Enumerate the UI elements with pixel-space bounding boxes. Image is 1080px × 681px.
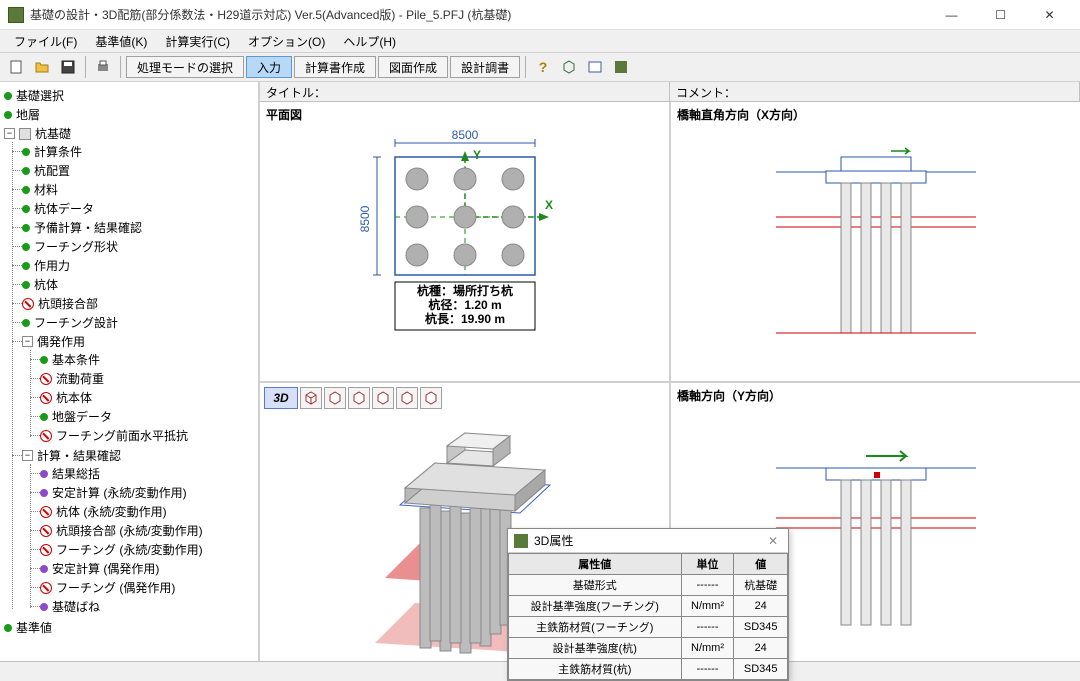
tree-calc-cond[interactable]: 計算条件	[22, 143, 254, 160]
tree-pile-perm[interactable]: 杭体 (永続/変動作用)	[40, 503, 254, 520]
help-button[interactable]: ?	[531, 55, 555, 79]
minimize-button[interactable]: ―	[929, 1, 974, 29]
menu-help[interactable]: ヘルプ(H)	[335, 31, 404, 52]
mode-drawing-button[interactable]: 図面作成	[378, 56, 448, 78]
menu-calc[interactable]: 計算実行(C)	[157, 31, 238, 52]
tree-stratum[interactable]: 地層	[4, 106, 254, 123]
open-file-button[interactable]	[30, 55, 54, 79]
tree-footing-perm[interactable]: フーチング (永続/変動作用)	[40, 541, 254, 558]
cube-bottom-button[interactable]	[420, 387, 442, 409]
navigation-tree: 基礎選択 地層 −杭基礎 計算条件 杭配置 材料 杭体データ 予備計算・結果確認…	[0, 82, 260, 661]
content-header: タイトル： コメント：	[260, 82, 1080, 102]
tree-force[interactable]: 作用力	[22, 257, 254, 274]
tree-flow-load[interactable]: 流動荷重	[40, 370, 254, 387]
tree-pile-arrange[interactable]: 杭配置	[22, 162, 254, 179]
svg-text:杭径：1.20 m: 杭径：1.20 m	[428, 297, 501, 312]
comment-label: コメント：	[670, 82, 1080, 101]
cube-top-button[interactable]	[396, 387, 418, 409]
x-direction-title: 橋軸直角方向（X方向）	[671, 102, 1080, 127]
tree-pile-head-perm[interactable]: 杭頭接合部 (永続/変動作用)	[40, 522, 254, 539]
3d-view-button[interactable]: 3D	[264, 387, 298, 409]
window-tool-button[interactable]	[583, 55, 607, 79]
svg-text:X: X	[545, 198, 553, 212]
cube-back-button[interactable]	[324, 387, 346, 409]
app-icon	[8, 7, 24, 23]
menu-standard[interactable]: 基準値(K)	[87, 31, 155, 52]
mode-select-label: 処理モードの選択	[126, 56, 244, 78]
property-table: 属性値単位値 基礎形式------杭基礎 設計基準強度(フーチング)N/mm²2…	[508, 553, 788, 680]
menu-file[interactable]: ファイル(F)	[6, 31, 85, 52]
svg-text:杭長：19.90 m: 杭長：19.90 m	[424, 311, 504, 326]
cube-right-button[interactable]	[372, 387, 394, 409]
y-direction-title: 橋軸方向（Y方向）	[671, 383, 1080, 408]
dialog-title-text: 3D属性	[534, 532, 573, 549]
cube-front-button[interactable]	[300, 387, 322, 409]
tree-foundation-select[interactable]: 基礎選択	[4, 87, 254, 104]
dialog-icon	[514, 534, 528, 548]
mode-designbook-button[interactable]: 設計調書	[450, 56, 520, 78]
tree-stability-inc[interactable]: 安定計算 (偶発作用)	[40, 560, 254, 577]
mode-input-button[interactable]: 入力	[246, 56, 292, 78]
tree-pile-head[interactable]: 杭頭接合部	[22, 295, 254, 312]
menubar: ファイル(F) 基準値(K) 計算実行(C) オプション(O) ヘルプ(H)	[0, 30, 1080, 52]
tree-stability-perm[interactable]: 安定計算 (永続/変動作用)	[40, 484, 254, 501]
tree-front-resist[interactable]: フーチング前面水平抵抗	[40, 427, 254, 444]
tree-summary[interactable]: 結果総括	[40, 465, 254, 482]
tree-incidental[interactable]: −偶発作用	[22, 333, 254, 350]
titlebar: 基礎の設計・3D配筋(部分係数法・H29道示対応) Ver.5(Advanced…	[0, 0, 1080, 30]
tree-pile-main[interactable]: 杭本体	[40, 389, 254, 406]
tree-precalc[interactable]: 予備計算・結果確認	[22, 219, 254, 236]
svg-text:8500: 8500	[451, 128, 478, 142]
tree-calc-result[interactable]: −計算・結果確認	[22, 447, 254, 464]
tree-ground-data[interactable]: 地盤データ	[40, 408, 254, 425]
tree-footing-shape[interactable]: フーチング形状	[22, 238, 254, 255]
tree-pile-body[interactable]: 杭体	[22, 276, 254, 293]
print-button[interactable]	[91, 55, 115, 79]
x-direction-panel: 橋軸直角方向（X方向）	[671, 102, 1080, 381]
plan-diagram: 8500 8500 Y X	[335, 127, 595, 337]
cube-tool-button[interactable]	[557, 55, 581, 79]
window-title: 基礎の設計・3D配筋(部分係数法・H29道示対応) Ver.5(Advanced…	[30, 6, 929, 23]
title-label: タイトル：	[260, 82, 670, 101]
plan-title: 平面図	[260, 102, 669, 127]
settings-tool-button[interactable]	[609, 55, 633, 79]
tree-basic-cond[interactable]: 基本条件	[40, 351, 254, 368]
dialog-close-button[interactable]: ✕	[764, 534, 782, 548]
mode-calcdoc-button[interactable]: 計算書作成	[294, 56, 376, 78]
tree-pile-foundation[interactable]: −杭基礎	[4, 125, 254, 142]
tree-material[interactable]: 材料	[22, 181, 254, 198]
cube-left-button[interactable]	[348, 387, 370, 409]
menu-option[interactable]: オプション(O)	[240, 31, 333, 52]
tree-footing-design[interactable]: フーチング設計	[22, 314, 254, 331]
3d-property-dialog[interactable]: 3D属性 ✕ 属性値単位値 基礎形式------杭基礎 設計基準強度(フーチング…	[507, 528, 789, 681]
close-button[interactable]: ✕	[1027, 1, 1072, 29]
tree-standard-val[interactable]: 基準値	[4, 619, 254, 636]
plan-view-panel: 平面図 8500 8500 Y	[260, 102, 669, 381]
tree-foundation-spring[interactable]: 基礎ばね	[40, 598, 254, 615]
maximize-button[interactable]: ☐	[978, 1, 1023, 29]
svg-text:杭種：場所打ち杭: 杭種：場所打ち杭	[416, 283, 512, 298]
x-direction-diagram	[746, 147, 1006, 347]
svg-text:8500: 8500	[358, 205, 372, 232]
toolbar: 処理モードの選択 入力 計算書作成 図面作成 設計調書 ?	[0, 52, 1080, 82]
tree-pile-data[interactable]: 杭体データ	[22, 200, 254, 217]
tree-footing-inc[interactable]: フーチング (偶発作用)	[40, 579, 254, 596]
new-file-button[interactable]	[4, 55, 28, 79]
save-file-button[interactable]	[56, 55, 80, 79]
svg-text:Y: Y	[473, 148, 481, 162]
